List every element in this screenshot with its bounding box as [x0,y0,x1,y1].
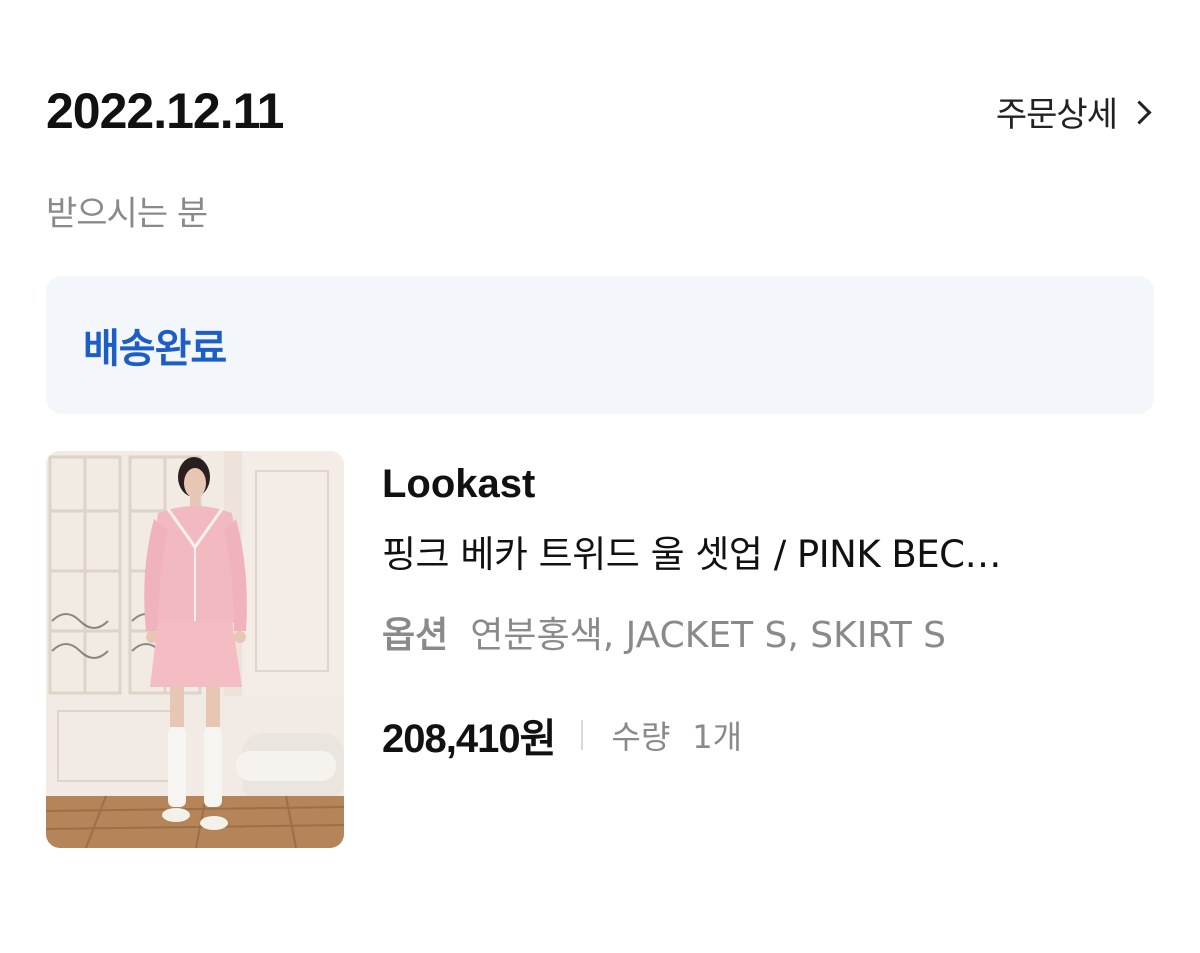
order-header: 2022.12.11 주문상세 [46,78,1154,144]
option-value: 연분홍색, JACKET S, SKIRT S [470,615,947,656]
delivery-status-box: 배송완료 [46,276,1154,414]
price-row: 208,410원 수량 1개 [382,706,742,764]
recipient-label: 받으시는 분 [46,194,208,234]
order-card: 2022.12.11 주문상세 받으시는 분 배송완료 Lookast 핑크 베… [0,0,1200,953]
delivery-status-text: 배송완료 [83,326,227,372]
order-date: 2022.12.11 [46,83,284,139]
chevron-right-icon [1127,99,1152,125]
order-detail-label: 주문상세 [995,94,1118,135]
order-detail-button[interactable]: 주문상세 [996,87,1154,136]
price-divider [581,720,584,750]
product-price: 208,410원 [382,717,556,761]
product-photo-illustration [46,451,344,848]
quantity-value: 1개 [692,718,743,756]
option-label: 옵션 [382,615,449,656]
option-row: 옵션 연분홍색, JACKET S, SKIRT S [382,606,946,658]
quantity-label: 수량 [611,718,671,756]
product-name: 핑크 베카 트위드 울 셋업 / PINK BEC… [382,533,1001,576]
product-thumbnail[interactable] [46,451,344,848]
brand-name: Lookast [382,462,536,506]
